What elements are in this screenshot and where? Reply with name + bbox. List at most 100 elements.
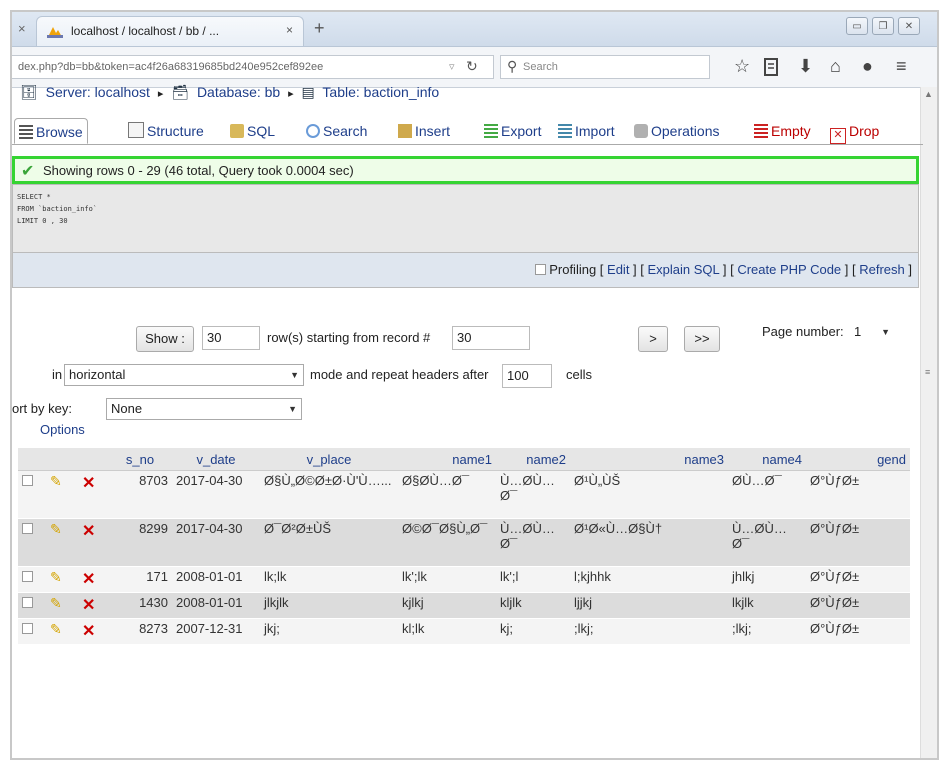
close-window-button[interactable]: ✕	[898, 17, 920, 35]
tab-operations[interactable]: Operations	[630, 118, 723, 144]
row-checkbox[interactable]	[22, 475, 33, 486]
tab-close-icon[interactable]: ×	[286, 23, 293, 37]
delete-icon[interactable]: ✕	[82, 475, 95, 492]
sql-query-text: SELECT * FROM `baction_info` LIMIT 0 , 3…	[17, 193, 98, 225]
edit-pencil-icon[interactable]: ✎	[50, 521, 62, 537]
tab-export[interactable]: Export	[480, 118, 545, 144]
edit-cell: ✎	[46, 470, 78, 519]
column-header-v_place[interactable]: v_place	[260, 448, 398, 471]
refresh-link[interactable]: Refresh	[859, 262, 905, 277]
cell-v_date: 2008-01-01	[172, 566, 260, 593]
results-table: s_no v_date v_place name1 name2 name3 na…	[18, 448, 910, 645]
cell-v_place: Ø§Ù„Ø©Ø±Ø·Ù'Ù…...	[260, 470, 398, 519]
cell-name1: kjlkj	[398, 592, 496, 619]
reading-list-icon[interactable]	[764, 58, 778, 76]
sort-by-key-label: ort by key:	[12, 401, 72, 416]
edit-pencil-icon[interactable]: ✎	[50, 569, 62, 585]
delete-icon[interactable]: ✕	[82, 597, 95, 614]
display-mode-select[interactable]: horizontal ▼	[64, 364, 304, 386]
row-checkbox[interactable]	[22, 623, 33, 634]
delete-icon[interactable]: ✕	[82, 623, 95, 640]
column-header-name2[interactable]: name2	[496, 448, 570, 471]
scroll-up-icon[interactable]: ▲	[924, 89, 933, 99]
chevron-down-icon: ▼	[290, 370, 299, 380]
tab-import[interactable]: Import	[554, 118, 619, 144]
cell-name2: Ù…Ø­Ù…Ø¯	[496, 470, 570, 519]
new-tab-button[interactable]: +	[314, 18, 325, 39]
row-checkbox[interactable]	[22, 571, 33, 582]
history-dropdown-icon[interactable]: ▿	[449, 60, 455, 73]
cell-name2: lk';l	[496, 566, 570, 593]
maximize-button[interactable]: ❐	[872, 17, 894, 35]
edit-link[interactable]: Edit	[607, 262, 629, 277]
sql-icon	[230, 124, 244, 138]
delete-icon[interactable]: ✕	[82, 523, 95, 540]
edit-pencil-icon[interactable]: ✎	[50, 473, 62, 489]
vertical-scrollbar[interactable]: ▲ ≡	[920, 87, 937, 758]
rows-input[interactable]: 30	[202, 326, 260, 350]
breadcrumb-table[interactable]: Table: baction_info	[322, 84, 439, 100]
edit-pencil-icon[interactable]: ✎	[50, 595, 62, 611]
cell-name1: kl;lk	[398, 618, 496, 645]
edit-cell: ✎	[46, 518, 78, 567]
reload-icon[interactable]: ↻	[466, 58, 478, 75]
create-php-link[interactable]: Create PHP Code	[737, 262, 841, 277]
delete-icon[interactable]: ✕	[82, 571, 95, 588]
cell-name1: Ø§ØÙ…Ø¯	[398, 470, 496, 519]
browser-tab[interactable]: localhost / localhost / bb / ... ×	[36, 16, 304, 46]
table-row: ✎ ✕ 171 2008-01-01 lk;lk lk';lk lk';l l;…	[18, 566, 910, 593]
row-checkbox[interactable]	[22, 597, 33, 608]
cells-text: cells	[566, 367, 593, 382]
last-page-button[interactable]: >>	[684, 326, 720, 352]
menu-icon[interactable]: ≡	[896, 56, 907, 76]
column-header-name3[interactable]: name3	[570, 448, 728, 471]
address-bar[interactable]: dex.php?db=bb&token=ac4f26a68319685bd240…	[12, 55, 494, 79]
next-page-button[interactable]: >	[638, 326, 668, 352]
delete-column-header	[78, 448, 108, 471]
search-box[interactable]: ⚲ Search	[500, 55, 710, 79]
breadcrumb-server[interactable]: Server: localhost	[46, 84, 150, 100]
tab-drop[interactable]: ✕ Drop	[826, 118, 883, 144]
page-number-label: Page number:	[762, 324, 844, 339]
repeat-headers-input[interactable]: 100	[502, 364, 552, 388]
column-header-gend[interactable]: gend	[806, 448, 910, 471]
server-icon: 🗄	[20, 84, 38, 100]
edit-column-header	[46, 448, 78, 471]
explain-sql-link[interactable]: Explain SQL	[648, 262, 720, 277]
cell-v_place: jlkjlk	[260, 592, 398, 619]
profiling-checkbox[interactable]	[535, 264, 547, 275]
column-header-name1[interactable]: name1	[398, 448, 496, 471]
table-tabs: Browse Structure SQL Search Insert Expor…	[12, 116, 923, 145]
show-button[interactable]: Show :	[136, 326, 194, 352]
download-icon[interactable]: ⬇	[798, 56, 813, 76]
row-checkbox[interactable]	[22, 523, 33, 534]
tab-structure[interactable]: Structure	[124, 118, 208, 144]
search-tab-icon	[306, 124, 320, 138]
sort-by-key-select[interactable]: None ▼	[106, 398, 302, 420]
export-icon	[484, 124, 498, 138]
edit-pencil-icon[interactable]: ✎	[50, 621, 62, 637]
column-header-name4[interactable]: name4	[728, 448, 806, 471]
tab-search[interactable]: Search	[302, 118, 371, 144]
options-link[interactable]: Options	[40, 422, 85, 437]
bookmark-star-icon[interactable]: ☆	[734, 56, 750, 76]
tab-insert[interactable]: Insert	[394, 118, 454, 144]
start-record-input[interactable]: 30	[452, 326, 530, 350]
page-number-select[interactable]: 1 ▼	[850, 322, 894, 344]
column-header-s_no[interactable]: s_no	[108, 448, 172, 471]
tab-browse[interactable]: Browse	[14, 118, 88, 144]
column-header-v_date[interactable]: v_date	[172, 448, 260, 471]
pocket-icon[interactable]: ●	[862, 56, 873, 76]
tab-export-label: Export	[501, 123, 542, 139]
tab-sql[interactable]: SQL	[226, 118, 279, 144]
tab-empty[interactable]: Empty	[750, 118, 815, 144]
home-icon[interactable]: ⌂	[830, 56, 841, 76]
scroll-grip-icon[interactable]: ≡	[925, 367, 930, 377]
prev-tab-close-icon[interactable]: ×	[18, 21, 26, 36]
cell-v_place: lk;lk	[260, 566, 398, 593]
browser-window: × localhost / localhost / bb / ... × + ▭…	[10, 10, 939, 760]
chevron-down-icon: ▼	[881, 327, 890, 337]
minimize-button[interactable]: ▭	[846, 17, 868, 35]
tab-insert-label: Insert	[415, 123, 451, 139]
breadcrumb-database[interactable]: Database: bb	[197, 84, 280, 100]
